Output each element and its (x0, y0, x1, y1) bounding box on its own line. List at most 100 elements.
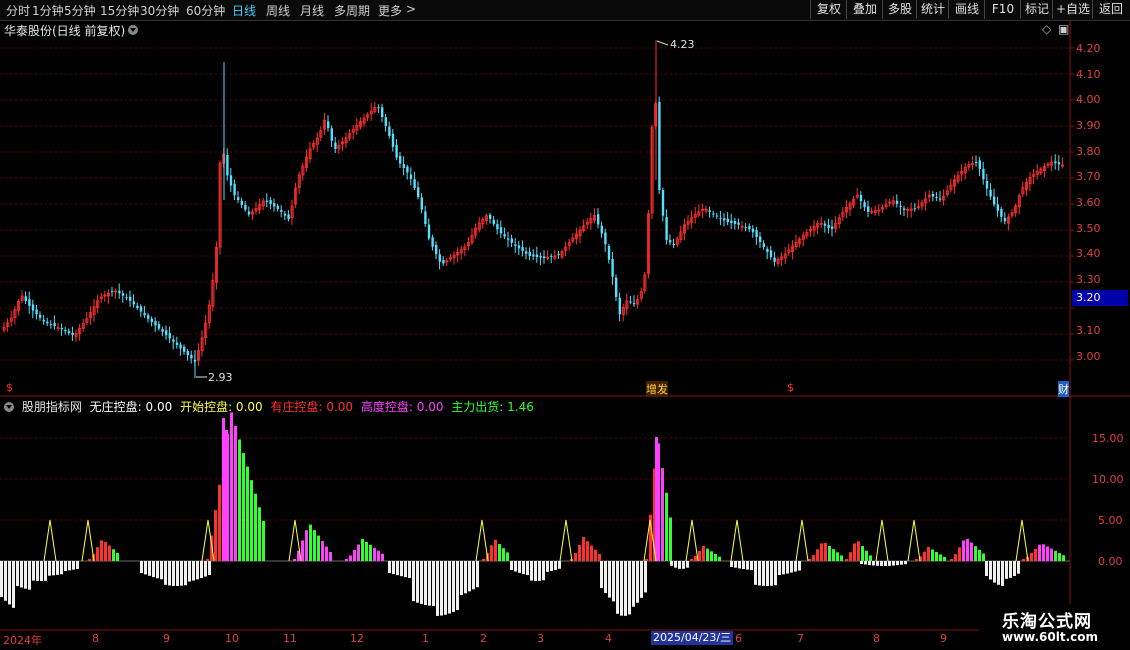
panel-toggle-icon[interactable]: ▣ (1058, 22, 1069, 36)
candle-body (31, 304, 35, 311)
white-bar (448, 561, 451, 614)
candle-body (848, 202, 852, 210)
candle-body (427, 224, 431, 239)
watermark-url: www.60lt.com (1002, 630, 1099, 644)
indicator-tick: 10.00 (1092, 473, 1124, 486)
date-tick: 4 (605, 632, 612, 645)
price-tick: 3.80 (1076, 145, 1101, 158)
white-bar (904, 561, 907, 565)
period-tab-weekly[interactable]: 周线 (266, 2, 290, 19)
candle-body (258, 204, 262, 211)
candle-body (748, 226, 751, 230)
candle-body (567, 242, 571, 246)
indicator-dropdown-icon[interactable] (4, 402, 14, 412)
candle-body (870, 210, 874, 213)
candle-body (442, 260, 445, 264)
adjust-button[interactable]: 复权 (810, 0, 847, 19)
indicator-bar (978, 549, 981, 561)
indicator-bar (574, 553, 577, 561)
candle-body (39, 314, 42, 318)
indicator-bar (369, 544, 372, 561)
candle-body (837, 217, 841, 225)
candle-body (773, 257, 776, 262)
add-watchlist-button[interactable]: +自选 (1052, 0, 1093, 19)
indicator-bar (706, 548, 709, 561)
event-marker-issue[interactable]: 增发 (646, 381, 668, 397)
candle-body (993, 196, 996, 205)
event-marker-dividend[interactable]: $ (787, 381, 794, 394)
period-tab-30min[interactable]: 30分钟 (140, 2, 179, 19)
candle-body (463, 246, 467, 250)
event-marker-finance[interactable]: 财 (1058, 381, 1069, 397)
stats-button[interactable]: 统计 (916, 0, 949, 19)
period-tab-15min[interactable]: 15分钟 (100, 2, 139, 19)
candle-body (693, 213, 697, 218)
mark-button[interactable]: 标记 (1020, 0, 1053, 19)
indicator-bar (112, 549, 115, 561)
white-bar (424, 561, 427, 605)
candle-body (715, 215, 719, 217)
white-bar (396, 561, 399, 576)
period-tab-daily[interactable]: 日线 (232, 2, 256, 19)
candle-body (60, 327, 63, 330)
white-bar (40, 561, 43, 581)
start-control-spike (201, 519, 215, 562)
candle-body (920, 202, 924, 207)
period-tab-monthly[interactable]: 月线 (300, 2, 324, 19)
indicator-bar (578, 545, 581, 561)
f10-button[interactable]: F10 (984, 0, 1021, 19)
event-marker-dividend[interactable]: $ (6, 381, 13, 394)
title-dropdown-icon[interactable] (128, 25, 138, 35)
white-bar (884, 561, 887, 566)
candle-body (658, 101, 661, 190)
indicator-bar (943, 556, 946, 561)
draw-line-button[interactable]: 画线 (948, 0, 985, 19)
overlay-button[interactable]: 叠加 (846, 0, 883, 19)
candle-body (283, 213, 287, 216)
period-tab-1min[interactable]: 1分钟 (32, 2, 64, 19)
back-button[interactable]: 返回 (1092, 0, 1129, 19)
period-tab-60min[interactable]: 60分钟 (186, 2, 225, 19)
indicator-bar (958, 547, 961, 561)
candle-body (895, 200, 899, 204)
date-tick: 9 (163, 632, 170, 645)
candle-body (322, 119, 326, 130)
white-bar (640, 561, 643, 598)
white-bar (620, 561, 623, 616)
white-bar (730, 561, 733, 567)
indicator-tick: 15.00 (1092, 432, 1124, 445)
candle-body (607, 246, 611, 260)
candle-body (477, 222, 481, 230)
white-bar (514, 561, 517, 572)
indicator-bar (698, 551, 701, 561)
white-bar (989, 561, 992, 580)
indicator-bar (116, 552, 119, 561)
candle-body (863, 202, 866, 208)
candle-body (809, 228, 813, 232)
indicator-bar (586, 541, 589, 561)
diamond-icon[interactable]: ◇ (1042, 22, 1051, 36)
candle-body (496, 224, 499, 230)
candle-body (597, 214, 600, 225)
candle-body (903, 208, 906, 210)
candle-body (13, 309, 17, 319)
indicator-bar (206, 559, 209, 561)
multi-stock-button[interactable]: 多股 (882, 0, 917, 19)
white-bar (388, 561, 391, 573)
price-tick: 4.00 (1076, 93, 1101, 106)
period-tab-5min[interactable]: 5分钟 (64, 2, 96, 19)
period-tab-multi[interactable]: 多周期 (334, 2, 370, 19)
candle-body (960, 171, 964, 175)
indicator-bar (1062, 555, 1065, 561)
candle-body (24, 296, 27, 301)
candle-body (147, 315, 150, 319)
period-tab-more[interactable]: 更多 (378, 2, 402, 19)
candle-body (233, 183, 236, 196)
period-tab-minute[interactable]: 分时 (6, 2, 30, 19)
white-bar (1009, 561, 1012, 578)
indicator-bar (935, 551, 938, 561)
candle-body (459, 249, 463, 254)
white-bar (542, 561, 545, 581)
more-chevron-icon[interactable]: > (406, 2, 416, 16)
start-control-spike (795, 519, 809, 562)
